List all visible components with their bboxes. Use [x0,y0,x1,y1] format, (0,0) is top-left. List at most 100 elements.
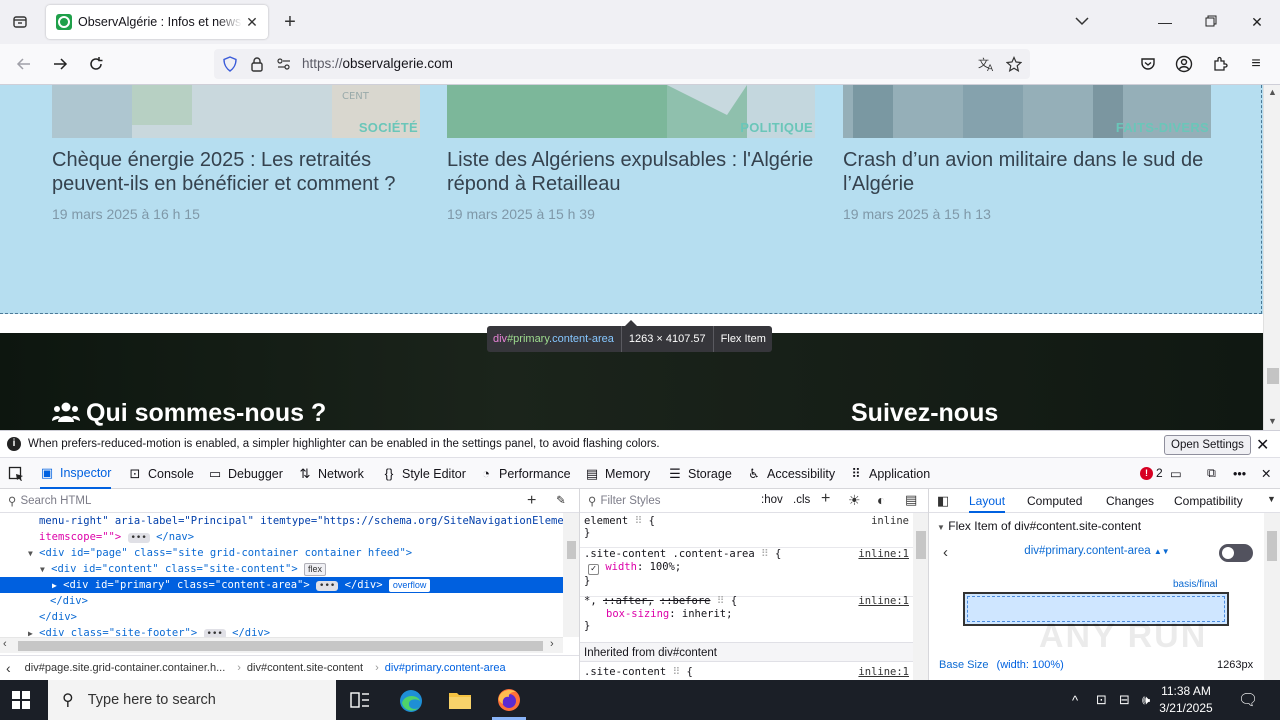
extensions-icon[interactable] [1208,52,1232,76]
close-tab-icon[interactable]: ✕ [244,14,260,30]
breadcrumb-left-icon[interactable]: ‹ [6,660,11,676]
rules-scrollbar[interactable] [913,513,928,680]
rule-selector[interactable]: ::before [660,595,711,607]
ellipsis-badge[interactable]: ••• [316,581,339,591]
breadcrumb-item[interactable]: div#page.site.grid-container.container.h… [25,662,226,674]
overflow-badge[interactable]: overflow [388,579,431,592]
rule-source[interactable]: inline:1 [858,666,909,678]
page-scrollbar[interactable]: ▲ ▼ [1263,85,1280,430]
taskbar-search[interactable]: ⚲ Type here to search [48,680,336,720]
rule-source[interactable]: inline:1 [858,595,909,607]
rule-selector[interactable]: .site-content .content-area [584,548,755,560]
error-count-badge[interactable]: ! 2 [1140,466,1163,480]
add-rule-icon[interactable]: + [821,490,830,508]
print-media-icon[interactable]: ▤ [905,492,917,508]
markup-line[interactable]: itemscope=""> ••• </nav> [0,529,563,545]
tab-application[interactable]: ⠿ Application [849,458,930,489]
restore-icon[interactable] [1199,10,1223,34]
chevron-down-icon[interactable] [1073,12,1091,30]
markup-line[interactable]: ▼ <div id="page" class="site grid-contai… [0,545,563,561]
scrollbar-thumb[interactable] [1267,531,1277,561]
rule-selector[interactable]: ::after, [603,595,654,607]
firefox-icon[interactable] [496,687,520,711]
css-value[interactable]: inherit; [682,608,733,620]
tab-performance[interactable]: ◔ Performance [479,458,571,489]
tab-computed[interactable]: Computed [1027,489,1082,513]
dock-side-icon[interactable]: ⧉ [1207,458,1216,489]
breadcrumb-item-current[interactable]: div#primary.content-area [385,662,506,674]
translate-icon[interactable]: 文A [978,56,994,74]
css-property[interactable]: box-sizing [606,608,669,620]
tab-accessibility[interactable]: ♿ Accessibility [747,458,835,489]
css-rule[interactable]: element ⠿ { inline } [580,515,913,539]
tab-debugger[interactable]: ▭ Debugger [208,458,283,489]
markup-line[interactable]: ▼ <div id="content" class="site-content"… [0,561,563,577]
flex-item-selector[interactable]: div#primary.content-area ▲▼ [929,545,1265,557]
rule-selector[interactable]: element [584,515,628,527]
open-settings-button[interactable]: Open Settings [1164,435,1251,455]
add-node-icon[interactable]: + [527,492,536,510]
expand-arrow-icon[interactable]: ▼ [28,549,33,558]
forward-icon[interactable] [48,52,72,76]
tab-changes[interactable]: Changes [1106,489,1154,513]
tracking-protection-shield-icon[interactable] [222,56,238,72]
responsive-design-icon[interactable]: ▭ [1170,458,1182,489]
device-icon[interactable]: ⊡ [1096,680,1107,720]
markup-hscrollbar[interactable]: ‹ › [0,637,563,653]
flex-item-header[interactable]: ▼ Flex Item of div#content.site-content [937,519,1141,533]
pocket-icon[interactable] [1136,52,1160,76]
more-options-icon[interactable]: ••• [1233,458,1246,489]
tab-layout[interactable]: Layout [969,489,1006,513]
back-icon[interactable] [12,52,36,76]
declaration[interactable]: ✓ width: 100%; [580,561,913,575]
reload-icon[interactable] [84,52,108,76]
toggle-sidebar-icon[interactable]: ◧ [937,493,949,509]
volume-icon[interactable]: 🕪 [1142,680,1150,720]
url-text[interactable]: https://observalgerie.com [302,56,453,71]
network-tray-icon[interactable]: ⊟ [1119,680,1130,720]
minimize-icon[interactable]: — [1153,10,1177,34]
edge-browser-icon[interactable] [398,688,422,712]
expand-arrow-icon[interactable]: ▼ [937,523,945,532]
rule-selector[interactable]: .site-content [584,666,666,678]
scroll-up-icon[interactable]: ▲ [1268,87,1277,97]
search-html-input[interactable]: Search HTML [20,495,91,507]
task-view-icon[interactable] [348,688,372,712]
collapse-arrow-icon[interactable]: ▶ [52,581,57,590]
scroll-right-icon[interactable]: › [550,638,554,650]
element-picker-icon[interactable] [8,458,24,489]
taskbar-clock[interactable]: 11:38 AM 3/21/2025 [1150,683,1222,717]
markup-vscrollbar[interactable] [563,513,579,637]
tab-list-icon[interactable] [8,10,32,34]
permissions-icon[interactable] [276,56,292,72]
rule-selector[interactable]: *, [584,595,597,607]
lock-icon[interactable] [249,56,265,72]
filter-styles-input[interactable]: Filter Styles [600,495,660,507]
close-devtools-icon[interactable]: ✕ [1261,458,1271,489]
tab-memory[interactable]: ▤ Memory [585,458,650,489]
dark-scheme-icon[interactable]: ◐ [877,492,885,508]
scroll-left-icon[interactable]: ‹ [3,638,7,650]
hov-button[interactable]: :hov [761,494,783,506]
rule-source[interactable]: inline:1 [858,548,909,560]
light-scheme-icon[interactable]: ☀ [848,492,861,509]
scroll-down-icon[interactable]: ▼ [1268,416,1277,426]
tab-style-editor[interactable]: {} Style Editor [382,458,466,489]
expand-arrow-icon[interactable]: ▼ [40,565,45,574]
tab-console[interactable]: ⊡ Console [128,458,194,489]
url-bar[interactable]: https://observalgerie.com 文A [214,49,1030,79]
ellipsis-badge[interactable]: ••• [127,533,150,543]
declaration[interactable]: box-sizing: inherit; [580,608,913,620]
css-property[interactable]: width [605,561,637,573]
tab-compatibility[interactable]: Compatibility [1174,489,1243,513]
rule-source[interactable]: inline [871,515,909,527]
css-value[interactable]: 100%; [650,561,682,573]
scrollbar-thumb[interactable] [567,541,576,559]
css-rule[interactable]: .site-content ⠿ { inline:1 [580,666,913,678]
flexbox-highlight-toggle[interactable] [1219,544,1253,562]
file-explorer-icon[interactable] [447,688,471,712]
scrollbar-thumb[interactable] [18,641,543,651]
css-rule[interactable]: *, ::after, ::before ⠿ { inline:1 box-si… [580,595,913,632]
breadcrumb-item[interactable]: div#content.site-content [247,662,363,674]
close-notice-icon[interactable]: ✕ [1256,435,1269,455]
